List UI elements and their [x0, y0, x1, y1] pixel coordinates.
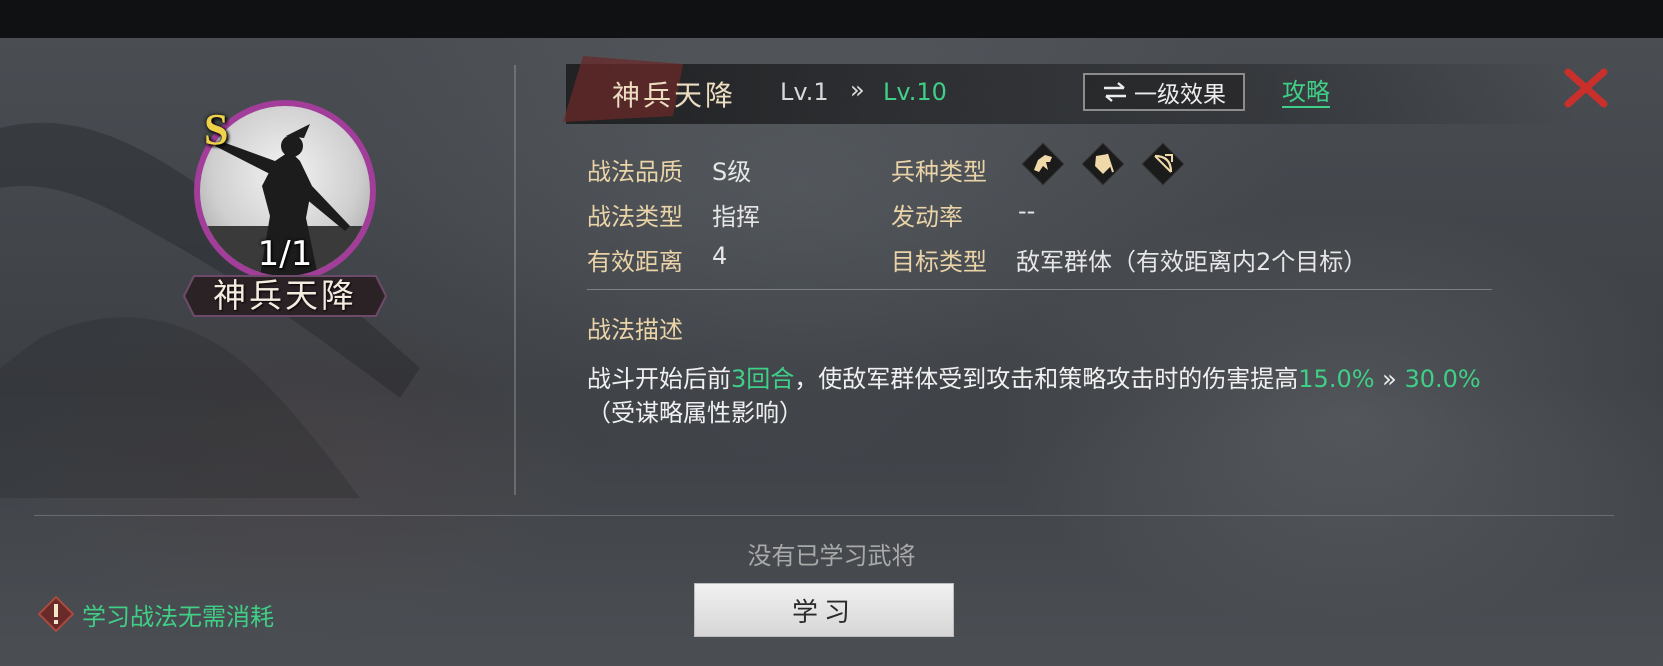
effect-toggle-button[interactable]: 一级效果 — [1083, 73, 1245, 111]
learn-tip: 学习战法无需消耗 — [38, 596, 274, 632]
skill-name-plate: 神兵天降 — [180, 274, 390, 318]
quality-label: 战法品质 — [587, 158, 683, 186]
range-label: 有效距离 — [587, 248, 683, 276]
quality-value: S级 — [712, 158, 752, 186]
learn-button[interactable]: 学习 — [694, 583, 954, 637]
skill-count: 1/1 — [257, 234, 313, 274]
level-arrow-icon: » — [850, 76, 865, 104]
target-type-label: 目标类型 — [891, 248, 987, 276]
troop-type-label: 兵种类型 — [891, 158, 987, 186]
level-max: Lv.10 — [883, 78, 947, 106]
cavalry-icon — [1021, 142, 1065, 186]
level-current: Lv.1 — [780, 78, 829, 106]
description-arrow-icon: » — [1374, 365, 1405, 393]
shield-icon — [1081, 142, 1125, 186]
close-icon[interactable] — [1560, 62, 1612, 114]
description-text: 战斗开始后前 — [587, 365, 731, 393]
no-learned-generals-text: 没有已学习武将 — [747, 542, 916, 570]
description-highlight-max: 30.0% — [1404, 365, 1481, 393]
description-text: （受谋略属性影响） — [587, 399, 803, 427]
learn-tip-text: 学习战法无需消耗 — [82, 602, 274, 631]
type-label: 战法类型 — [587, 203, 683, 231]
description-highlight-rounds: 3回合 — [731, 365, 795, 393]
vertical-divider — [514, 65, 516, 495]
info-divider — [587, 289, 1492, 290]
skill-card-name: 神兵天降 — [213, 276, 357, 315]
bottom-divider — [34, 515, 1614, 516]
trigger-rate-value: -- — [1018, 197, 1036, 225]
effect-toggle-label: 一级效果 — [1134, 82, 1226, 108]
swap-icon — [1104, 82, 1126, 102]
description-text: ，使敌军群体受到攻击和策略攻击时的伤害提高 — [794, 365, 1299, 393]
skill-title: 神兵天降 — [612, 79, 737, 112]
description-title: 战法描述 — [587, 316, 683, 344]
description-highlight-base: 15.0% — [1298, 365, 1375, 393]
trigger-rate-label: 发动率 — [891, 203, 963, 231]
guide-link[interactable]: 攻略 — [1282, 78, 1330, 108]
range-value: 4 — [712, 242, 728, 270]
top-tab-bar — [0, 0, 1663, 38]
archer-icon — [1141, 142, 1185, 186]
target-type-value: 敌军群体（有效距离内2个目标） — [1016, 248, 1368, 276]
type-value: 指挥 — [712, 203, 760, 231]
skill-description: 战斗开始后前3回合，使敌军群体受到攻击和策略攻击时的伤害提高15.0% » 30… — [587, 362, 1487, 430]
warning-icon — [38, 596, 74, 632]
grade-badge: S — [204, 105, 229, 154]
